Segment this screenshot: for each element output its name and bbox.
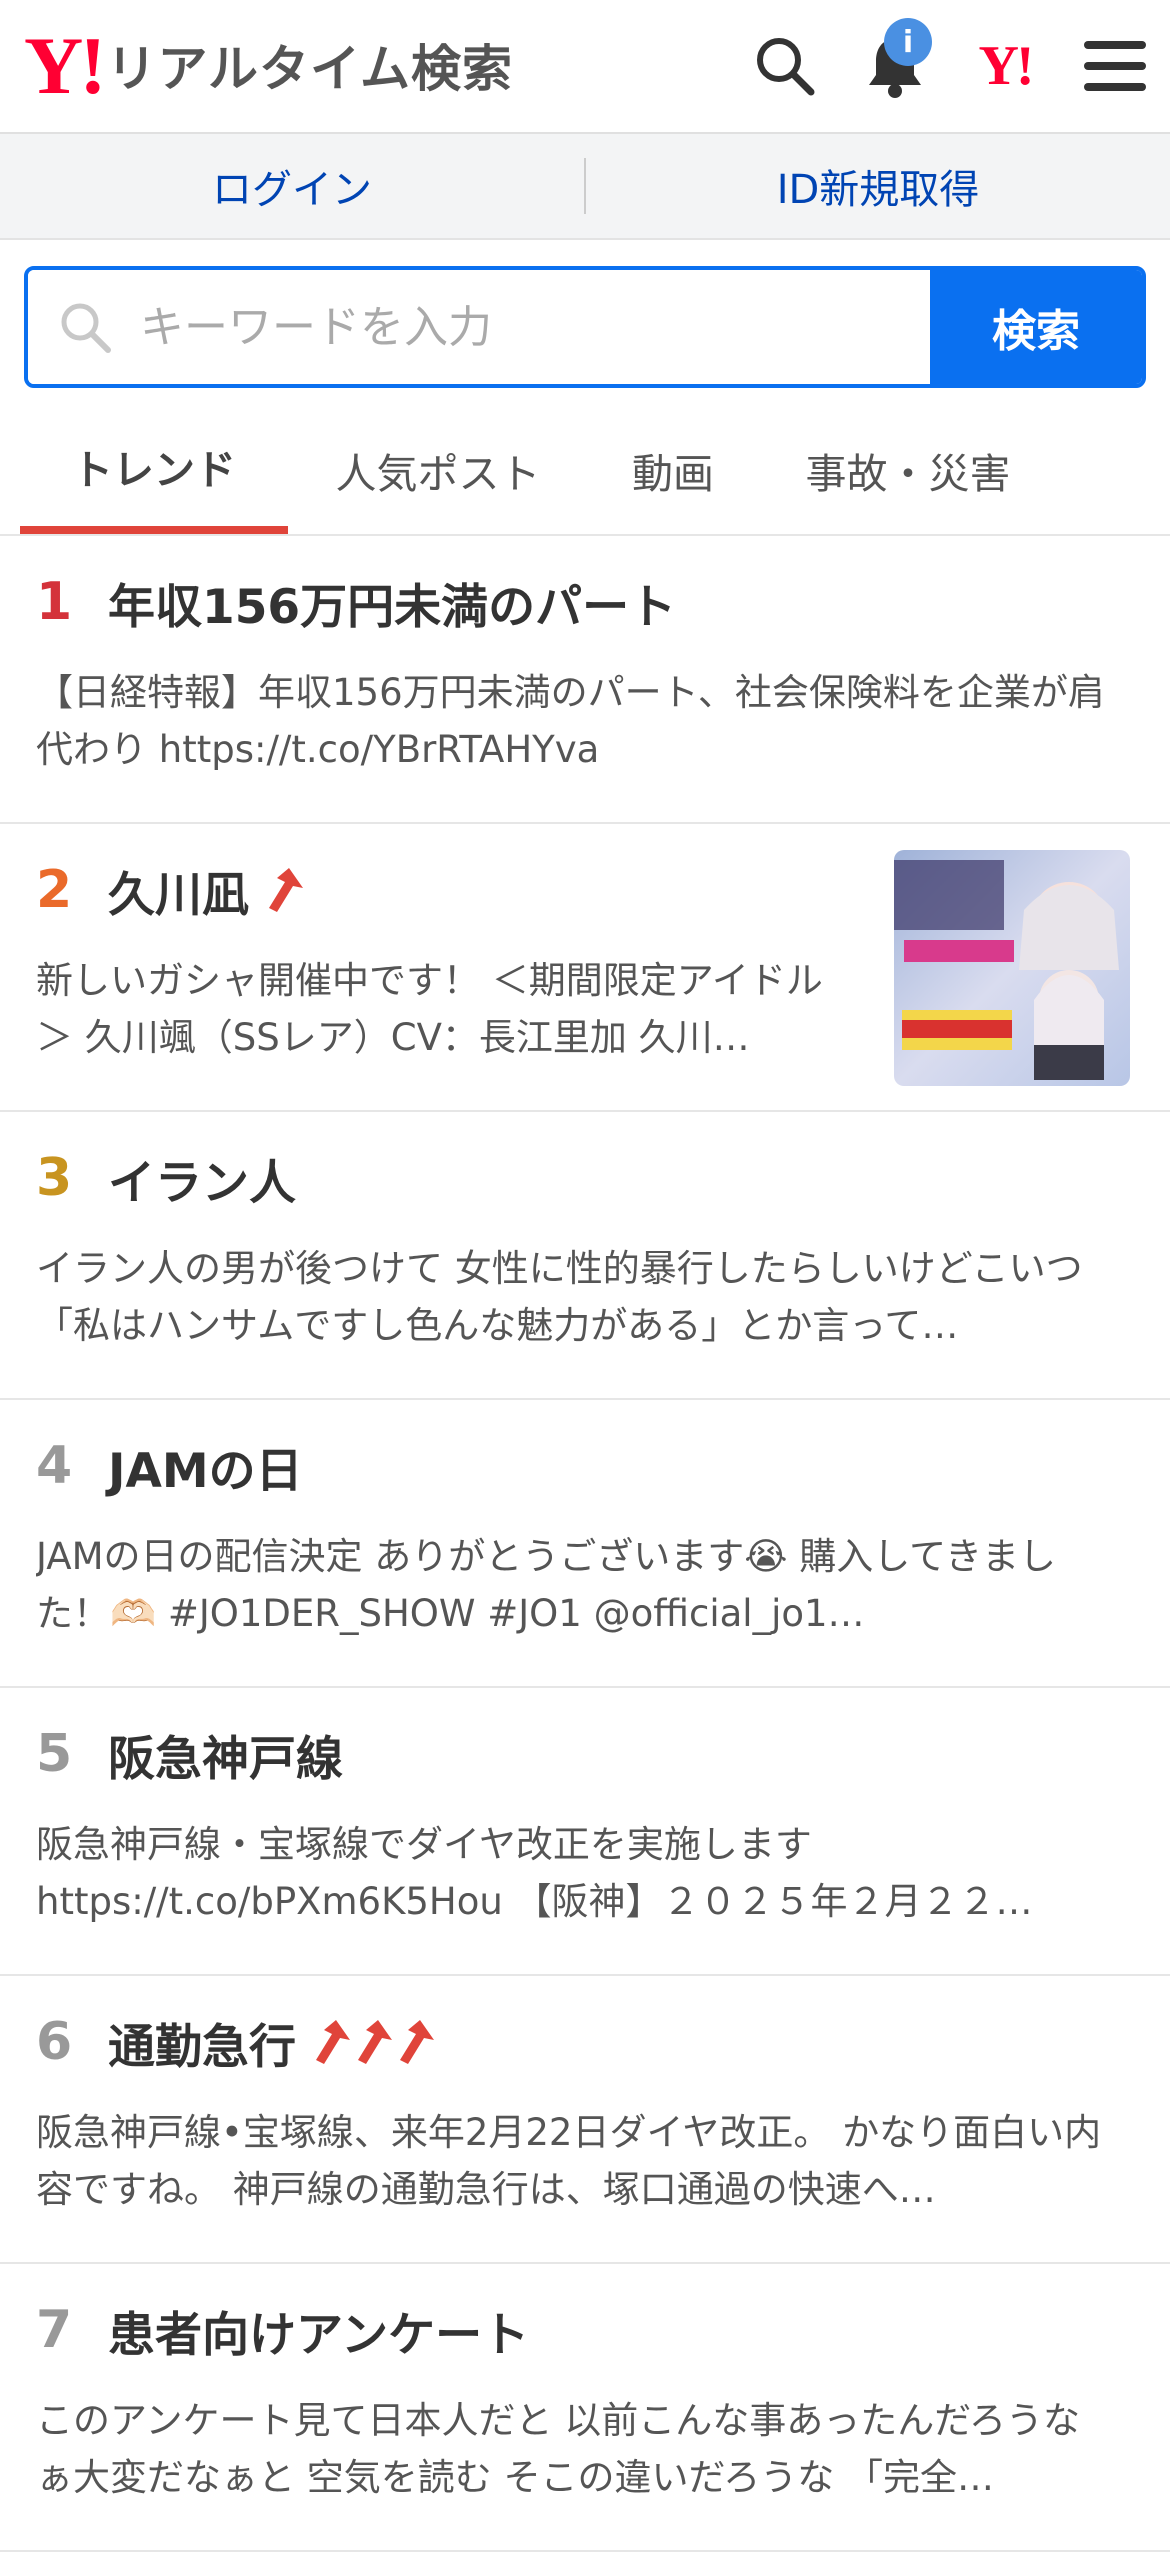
- trend-snippet: 阪急神戸線・宝塚線でダイヤ改正を実施します https://t.co/bPXm6…: [36, 1823, 1033, 1923]
- trend-list: 1 年収156万円未満のパート 【日経特報】年収156万円未満のパート、社会保険…: [0, 536, 1170, 2552]
- app-header: Y! リアルタイム検索 i Y!: [0, 0, 1170, 134]
- notification-badge: i: [884, 18, 932, 66]
- trend-snippet: 新しいガシャ開催中です！ ＜期間限定アイドル＞ 久川颯（SSレア）CV：長江里加…: [36, 959, 823, 1059]
- search-button[interactable]: 検索: [930, 270, 1142, 384]
- rising-indicator: [310, 2018, 436, 2066]
- trend-title: イラン人: [108, 1155, 296, 1211]
- trend-title: JAMの日: [108, 1443, 303, 1499]
- logo-title: リアルタイム検索: [106, 40, 514, 98]
- trend-snippet: 阪急神戸線•宝塚線、来年2月22日ダイヤ改正。 かなり面白い内容ですね。 神戸線…: [36, 2111, 1102, 2211]
- search-input-icon: [61, 303, 111, 353]
- register-link[interactable]: ID新規取得: [586, 157, 1170, 215]
- trend-heading: 3 イラン人: [36, 1138, 296, 1218]
- trend-item-3[interactable]: 3 イラン人 イラン人の男が後つけて 女性に性的暴行したらしいけどこいつ「私はハ…: [0, 1112, 1170, 1400]
- trend-item-5[interactable]: 5 阪急神戸線 阪急神戸線・宝塚線でダイヤ改正を実施します https://t.…: [0, 1688, 1170, 1976]
- trend-title: 久川凪: [108, 867, 249, 923]
- header-icons: i Y!: [730, 0, 1170, 132]
- trend-rank: 1: [36, 572, 73, 632]
- rising-arrow-icon: [316, 2020, 350, 2064]
- trend-title: 阪急神戸線: [108, 1731, 343, 1787]
- notification-button[interactable]: i: [840, 0, 950, 132]
- trend-thumbnail-image[interactable]: [894, 850, 1130, 1086]
- search-input[interactable]: [138, 300, 842, 354]
- trend-heading: 5 阪急神戸線: [36, 1714, 343, 1794]
- trend-item-1[interactable]: 1 年収156万円未満のパート 【日経特報】年収156万円未満のパート、社会保険…: [0, 536, 1170, 824]
- account-bar: ログイン ID新規取得: [0, 134, 1170, 240]
- category-tabs: トレンド 人気ポスト 動画 事故・災害: [0, 406, 1170, 536]
- search-icon: [757, 38, 815, 96]
- tab-popular-posts[interactable]: 人気ポスト: [288, 406, 588, 534]
- trend-item-2[interactable]: 2 久川凪 新しいガシャ開催中です！ ＜期間限定アイドル＞ 久川颯（SSレア）C…: [0, 824, 1170, 1112]
- yahoo-logo-mark: Y!: [24, 20, 107, 111]
- trend-heading: 6 通勤急行: [36, 2002, 436, 2082]
- tab-trend[interactable]: トレンド: [20, 406, 288, 534]
- tab-videos[interactable]: 動画: [588, 406, 758, 534]
- trend-heading: 7 患者向けアンケート: [36, 2290, 529, 2370]
- trend-title: 通勤急行: [108, 2019, 296, 2075]
- trend-item-7[interactable]: 7 患者向けアンケート このアンケート見て日本人だと 以前こんな事あったんだろう…: [0, 2264, 1170, 2552]
- trend-rank: 3: [36, 1148, 73, 1208]
- trend-heading: 1 年収156万円未満のパート: [36, 562, 676, 642]
- trend-rank: 6: [36, 2012, 73, 2072]
- yahoo-realtime-logo[interactable]: Y! リアルタイム検索: [24, 25, 513, 107]
- tab-accidents-disasters[interactable]: 事故・災害: [758, 406, 1058, 534]
- trend-snippet: イラン人の男が後つけて 女性に性的暴行したらしいけどこいつ「私はハンサムですし色…: [36, 1247, 1083, 1347]
- trend-heading: 2 久川凪: [36, 850, 305, 930]
- login-link[interactable]: ログイン: [0, 157, 584, 215]
- trend-item-6[interactable]: 6 通勤急行 阪急神戸線•宝塚線、来年2月22日ダイヤ改正。 かなり面白い内容で…: [0, 1976, 1170, 2264]
- trend-rank: 7: [36, 2300, 73, 2360]
- search-input-wrapper: [28, 270, 930, 384]
- menu-button[interactable]: [1060, 0, 1170, 132]
- trend-item-4[interactable]: 4 JAMの日 JAMの日の配信決定 ありがとうございます😭 購入してきました！…: [0, 1400, 1170, 1688]
- trend-rank: 5: [36, 1724, 73, 1784]
- yahoo-japan-icon: Y!: [978, 35, 1034, 97]
- gacha-banner-illustration: [894, 850, 1130, 1086]
- search-icon-button[interactable]: [730, 0, 840, 132]
- trend-title: 年収156万円未満のパート: [108, 579, 677, 635]
- trend-snippet: このアンケート見て日本人だと 以前こんな事あったんだろうなぁ大変だなぁと 空気を…: [36, 2399, 1081, 2499]
- rising-arrow-icon: [358, 2020, 392, 2064]
- rising-indicator: [263, 866, 305, 914]
- trend-rank: 4: [36, 1436, 73, 1496]
- trend-snippet: JAMの日の配信決定 ありがとうございます😭 購入してきました！🫶🏻 #JO1D…: [36, 1535, 1057, 1635]
- trend-rank: 2: [36, 860, 73, 920]
- trend-title: 患者向けアンケート: [108, 2307, 530, 2363]
- search-bar: 検索: [24, 266, 1146, 388]
- trend-snippet: 【日経特報】年収156万円未満のパート、社会保険料を企業が肩代わり https:…: [36, 671, 1105, 771]
- trend-heading: 4 JAMの日: [36, 1426, 303, 1506]
- rising-arrow-icon: [269, 868, 303, 912]
- rising-arrow-icon: [400, 2020, 434, 2064]
- yahoo-japan-button[interactable]: Y!: [950, 0, 1060, 132]
- hamburger-menu-icon: [1084, 41, 1146, 91]
